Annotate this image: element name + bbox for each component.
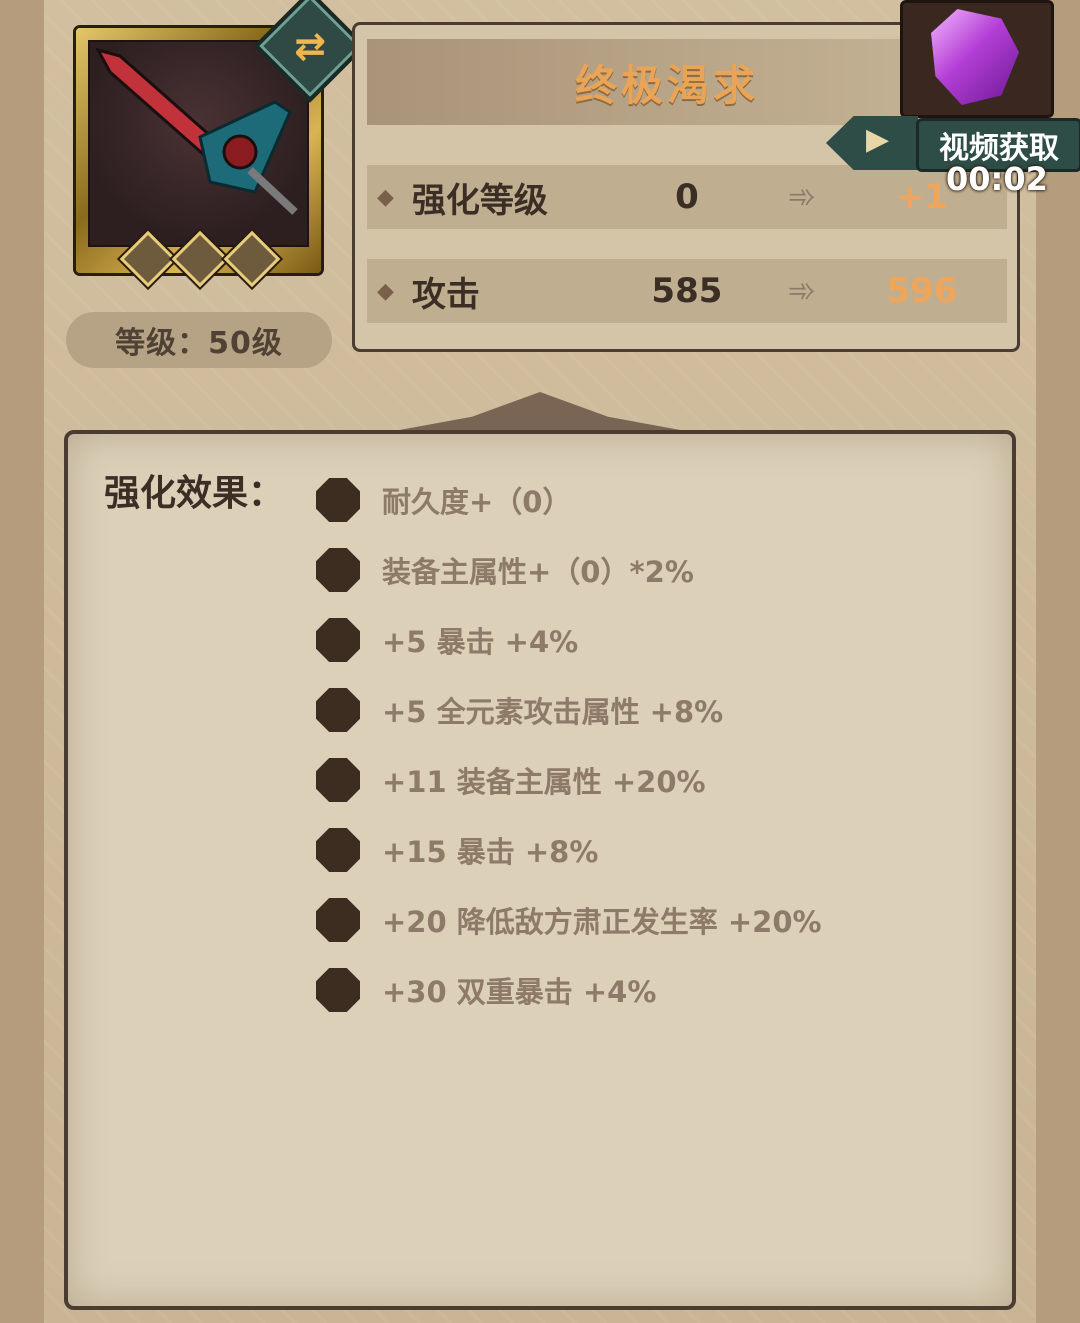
locked-bullet-icon bbox=[316, 758, 360, 802]
locked-bullet-icon bbox=[316, 548, 360, 592]
stat-row-attack: ◆ 攻击 585 ➾ 596 bbox=[367, 259, 1007, 323]
stat-next: 596 bbox=[886, 271, 958, 311]
diamond-icon: ◆ bbox=[377, 184, 394, 210]
diamond-icon: ◆ bbox=[377, 278, 394, 304]
effect-item: +30 双重暴击 +4% bbox=[316, 966, 656, 1014]
effects-title: 强化效果： bbox=[104, 473, 285, 514]
stat-label: 强化等级 bbox=[411, 180, 548, 221]
gem-slots bbox=[119, 230, 281, 288]
gem-slot-1[interactable] bbox=[119, 230, 177, 288]
gem-slot-3[interactable] bbox=[223, 230, 281, 288]
stat-label: 攻击 bbox=[411, 274, 480, 315]
reward-crystal bbox=[900, 0, 1054, 118]
effect-item: +15 暴击 +8% bbox=[316, 826, 598, 874]
locked-bullet-icon bbox=[316, 618, 360, 662]
effect-item: 装备主属性+（0）*2% bbox=[316, 546, 694, 594]
effect-item: +5 全元素攻击属性 +8% bbox=[316, 686, 723, 734]
stat-current: 0 bbox=[675, 177, 699, 217]
effect-item: +20 降低敌方肃正发生率 +20% bbox=[316, 896, 822, 944]
locked-bullet-icon bbox=[316, 478, 360, 522]
effect-item: +11 装备主属性 +20% bbox=[316, 756, 706, 804]
locked-bullet-icon bbox=[316, 828, 360, 872]
play-video-icon: ▶ bbox=[826, 116, 918, 170]
effect-item: +5 暴击 +4% bbox=[316, 616, 578, 664]
video-timer: 00:02 bbox=[946, 160, 1048, 198]
locked-bullet-icon bbox=[316, 968, 360, 1012]
effects-panel: 强化效果： 耐久度+（0） 装备主属性+（0）*2% +5 暴击 +4% +5 … bbox=[64, 430, 1016, 1310]
purple-crystal-icon bbox=[931, 9, 1019, 105]
locked-bullet-icon bbox=[316, 688, 360, 732]
arrow-right-icon: ➾ bbox=[787, 271, 817, 311]
video-reward-button[interactable]: ▶ 视频获取 00:02 bbox=[826, 108, 1080, 198]
gem-slot-2[interactable] bbox=[171, 230, 229, 288]
swap-icon: ⇄ bbox=[294, 24, 326, 69]
item-level: 等级：50级 bbox=[66, 312, 332, 368]
stat-current: 585 bbox=[651, 271, 723, 311]
effect-item: 耐久度+（0） bbox=[316, 476, 571, 524]
locked-bullet-icon bbox=[316, 898, 360, 942]
